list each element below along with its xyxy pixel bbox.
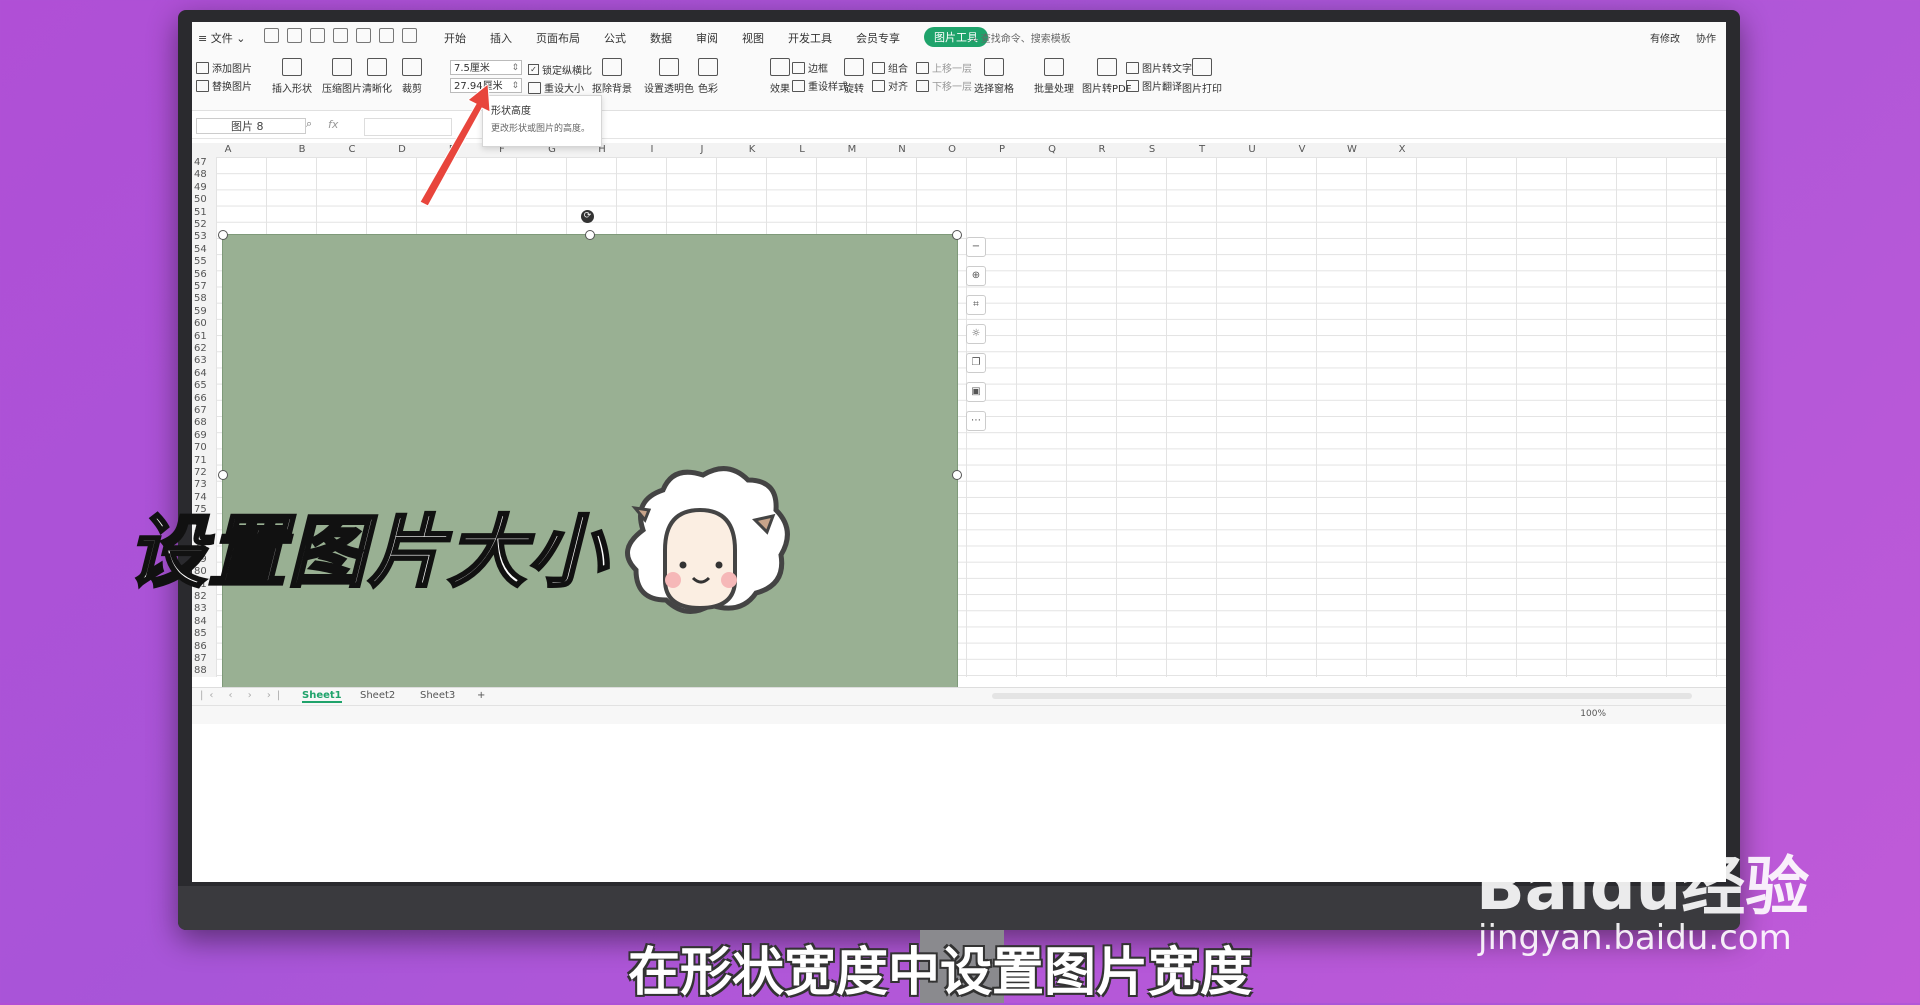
- spreadsheet-window: ≡ 文件 ⌄ 开始 插入 页面布局 公式 数据 审阅 视图 开发工具 会员专享 …: [192, 22, 1726, 882]
- video-caption-title: 设置图片大小: [126, 507, 609, 600]
- video-subtitle: 在形状宽度中设置图片宽度: [628, 943, 1253, 1003]
- baidu-watermark-url: jingyan.baidu.com: [1478, 918, 1792, 958]
- baidu-watermark-logo: Baidu经验: [1476, 851, 1810, 925]
- red-arrow-annotation: [419, 83, 491, 207]
